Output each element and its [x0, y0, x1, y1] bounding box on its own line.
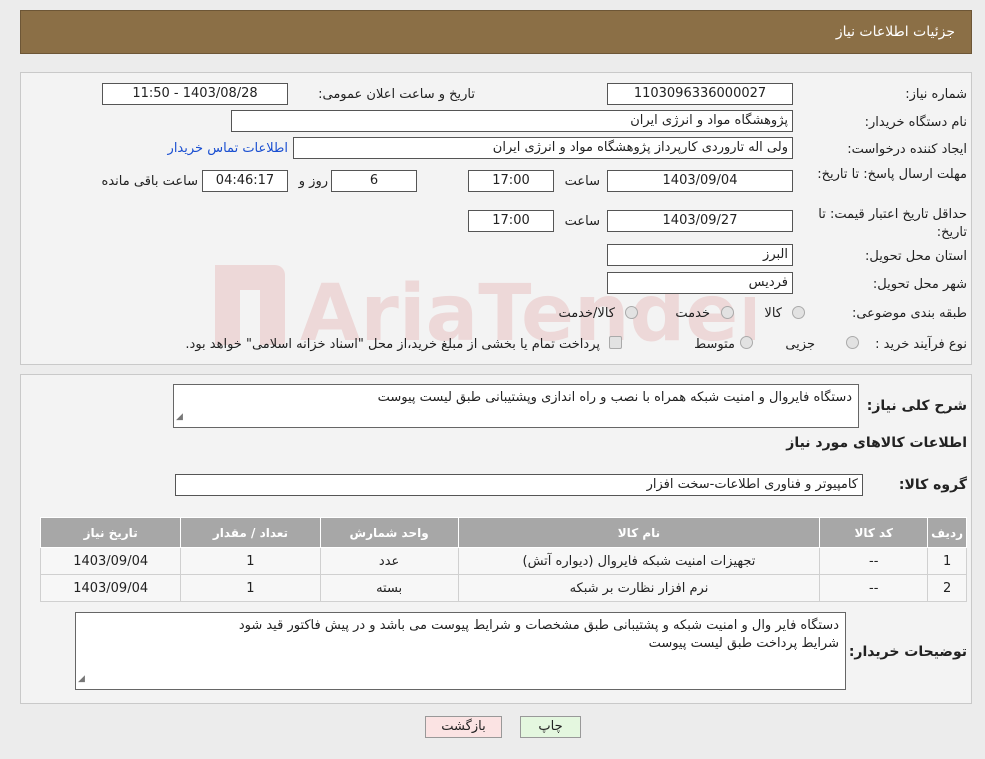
validity-time-field: 17:00	[468, 210, 554, 232]
creator-field: ولی اله تاروردی کارپرداز پژوهشگاه مواد و…	[293, 137, 793, 159]
cell-name: تجهیزات امنیت شبکه فایروال (دیواره آتش)	[457, 547, 821, 575]
validity-date-field: 1403/09/27	[607, 210, 793, 232]
resize-handle-icon[interactable]: ◢	[176, 408, 183, 426]
back-button[interactable]: بازگشت	[425, 716, 502, 738]
deadline-date-field: 1403/09/04	[607, 170, 793, 192]
process-minor-label: جزیی	[785, 337, 815, 352]
process-medium-radio[interactable]	[740, 336, 753, 349]
deadline-time-field: 17:00	[468, 170, 554, 192]
buyer-org-field: پژوهشگاه مواد و انرژی ایران	[231, 110, 793, 132]
deadline-time-label: ساعت	[564, 174, 600, 189]
process-minor-radio[interactable]	[846, 336, 859, 349]
summary-label: شرح کلی نیاز:	[866, 398, 967, 414]
page-title: جزئیات اطلاعات نیاز	[835, 24, 955, 40]
goods-group-field: کامپیوتر و فناوری اطلاعات-سخت افزار	[175, 474, 863, 496]
category-label: طبقه بندی موضوعی:	[851, 306, 967, 321]
summary-text: دستگاه فایروال و امنیت شبکه همراه با نصب…	[377, 390, 852, 405]
days-label: روز و	[298, 174, 328, 189]
col-row: ردیف	[927, 517, 967, 548]
validity-time-label: ساعت	[564, 214, 600, 229]
need-number-label: شماره نیاز:	[905, 87, 967, 102]
cell-qty: 1	[180, 547, 321, 575]
summary-textarea: دستگاه فایروال و امنیت شبکه همراه با نصب…	[173, 384, 859, 428]
category-goods-service-label: کالا/خدمت	[558, 306, 615, 321]
cell-qty: 1	[180, 574, 321, 602]
col-qty: تعداد / مقدار	[180, 517, 321, 548]
process-label: نوع فرآیند خرید :	[875, 337, 967, 352]
creator-label: ایجاد کننده درخواست:	[847, 142, 967, 157]
cell-row: 2	[927, 574, 967, 602]
treasury-checkbox[interactable]	[609, 336, 622, 349]
notes-line-1: دستگاه فایر وال و امنیت شبکه و پشتیبانی …	[238, 618, 839, 633]
validity-label: حداقل تاریخ اعتبار قیمت: تا تاریخ:	[818, 207, 967, 240]
table-row: 1 -- تجهیزات امنیت شبکه فایروال (دیواره …	[39, 547, 967, 575]
notes-textarea: دستگاه فایر وال و امنیت شبکه و پشتیبانی …	[75, 612, 846, 690]
deadline-label: مهلت ارسال پاسخ: تا تاریخ:	[817, 167, 967, 182]
province-label: استان محل تحویل:	[865, 249, 967, 264]
cell-unit: بسته	[319, 574, 459, 602]
goods-section-title: اطلاعات کالاهای مورد نیاز	[786, 435, 967, 451]
buyer-org-label: نام دستگاه خریدار:	[864, 115, 967, 130]
page-header: جزئیات اطلاعات نیاز	[20, 10, 972, 54]
category-goods-radio[interactable]	[792, 306, 805, 319]
city-field: فردیس	[607, 272, 793, 294]
days-field: 6	[331, 170, 417, 192]
category-service-label: خدمت	[675, 306, 710, 321]
cell-date: 1403/09/04	[39, 574, 182, 602]
category-goods-service-radio[interactable]	[625, 306, 638, 319]
remaining-time-field: 04:46:17	[202, 170, 288, 192]
col-code: کد کالا	[819, 517, 929, 548]
cell-code: --	[819, 547, 929, 575]
cell-row: 1	[927, 547, 967, 575]
cell-code: --	[819, 574, 929, 602]
announce-label: تاریخ و ساعت اعلان عمومی:	[318, 87, 475, 102]
process-medium-label: متوسط	[694, 337, 735, 352]
category-service-radio[interactable]	[721, 306, 734, 319]
process-note: پرداخت تمام یا بخشی از مبلغ خرید،از محل …	[185, 337, 600, 352]
cell-name: نرم افزار نظارت بر شبکه	[457, 574, 821, 602]
cell-date: 1403/09/04	[39, 547, 182, 575]
city-label: شهر محل تحویل:	[872, 277, 967, 292]
notes-line-2: شرایط پرداخت طبق لیست پیوست	[648, 636, 839, 651]
resize-handle-icon[interactable]: ◢	[78, 670, 85, 688]
col-unit: واحد شمارش	[319, 517, 459, 548]
province-field: البرز	[607, 244, 793, 266]
goods-group-label: گروه کالا:	[898, 477, 967, 493]
col-name: نام کالا	[457, 517, 821, 548]
remaining-label: ساعت باقی مانده	[101, 174, 198, 189]
goods-table: ردیف کد کالا نام کالا واحد شمارش تعداد /…	[39, 517, 967, 602]
col-date: تاریخ نیاز	[39, 517, 182, 548]
announce-field: 1403/08/28 - 11:50	[102, 83, 288, 105]
notes-label: توضیحات خریدار:	[848, 644, 967, 660]
cell-unit: عدد	[319, 547, 459, 575]
goods-table-header: ردیف کد کالا نام کالا واحد شمارش تعداد /…	[39, 517, 967, 548]
table-row: 2 -- نرم افزار نظارت بر شبکه بسته 1 1403…	[39, 574, 967, 602]
buyer-contact-link[interactable]: اطلاعات تماس خریدار	[168, 141, 288, 156]
category-goods-label: کالا	[764, 306, 782, 321]
print-button[interactable]: چاپ	[520, 716, 581, 738]
need-number-field: 1103096336000027	[607, 83, 793, 105]
